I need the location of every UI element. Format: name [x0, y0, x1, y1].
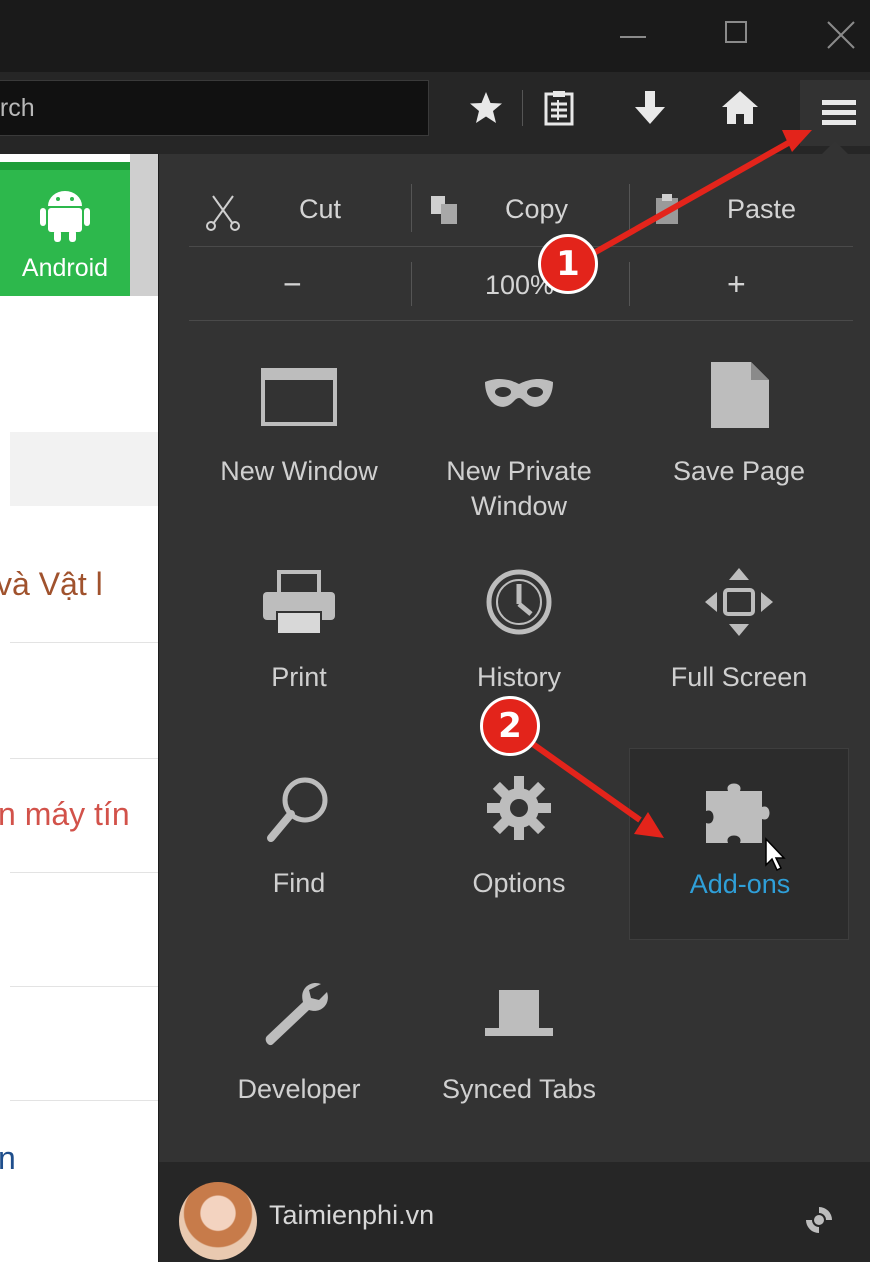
article-link-snippet[interactable]: và Vật l [0, 566, 103, 603]
cut-button[interactable]: Cut [299, 194, 341, 225]
printer-icon [263, 570, 335, 635]
web-page-content: Android và Vật l n máy tín n [0, 154, 158, 1262]
close-button[interactable] [810, 6, 870, 64]
divider [189, 246, 853, 247]
hamburger-icon [822, 100, 856, 125]
android-tile-label: Android [21, 254, 109, 282]
add-ons-label: Add-ons [689, 869, 791, 899]
wrench-icon [265, 982, 328, 1046]
new-private-window-label: New Private Window [446, 456, 592, 521]
new-private-window-button[interactable]: New Private Window [409, 362, 629, 552]
divider [10, 642, 158, 643]
synced-tabs-icon [485, 990, 553, 1036]
print-button[interactable]: Print [189, 568, 409, 758]
copy-button[interactable]: Copy [505, 194, 568, 225]
step-badge-1: 1 [538, 234, 598, 294]
android-category-tile[interactable]: Android [0, 162, 130, 296]
step-badge-2: 2 [480, 696, 540, 756]
options-label: Options [472, 868, 566, 898]
new-window-icon [261, 368, 337, 426]
add-ons-button[interactable]: Add-ons [629, 748, 849, 940]
developer-label: Developer [237, 1074, 361, 1104]
bookmark-star-icon[interactable] [464, 86, 508, 130]
new-window-label: New Window [220, 456, 378, 486]
zoom-in-button[interactable]: + [727, 266, 746, 303]
save-page-icon [711, 362, 769, 428]
full-screen-label: Full Screen [670, 662, 808, 692]
clock-icon [486, 569, 552, 635]
menu-pointer [821, 141, 849, 155]
section-band [10, 432, 158, 506]
synced-tabs-button[interactable]: Synced Tabs [409, 980, 629, 1170]
full-screen-button[interactable]: Full Screen [629, 568, 849, 758]
maximize-icon [725, 21, 747, 43]
gear-icon [487, 776, 551, 840]
scissors-icon [203, 192, 243, 232]
search-input[interactable]: arch [0, 80, 429, 136]
avatar[interactable] [179, 1182, 257, 1260]
toolbar-separator [522, 90, 523, 126]
minimize-icon [620, 36, 646, 38]
copy-icon [429, 194, 465, 230]
minimize-button[interactable] [603, 6, 663, 64]
separator [411, 184, 412, 232]
synced-tabs-label: Synced Tabs [441, 1074, 597, 1104]
find-label: Find [272, 868, 326, 898]
separator [411, 262, 412, 306]
developer-button[interactable]: Developer [189, 980, 409, 1170]
divider [10, 1100, 158, 1101]
separator [629, 262, 630, 306]
title-bar [0, 0, 870, 72]
close-icon [827, 21, 855, 49]
bookmarks-list-icon[interactable] [537, 86, 581, 130]
find-button[interactable]: Find [189, 774, 409, 964]
divider [189, 320, 853, 321]
history-label: History [476, 662, 561, 692]
navigation-toolbar: arch [0, 72, 870, 154]
account-footer: Taimienphi.vn [159, 1162, 870, 1262]
divider [10, 872, 158, 873]
sync-icon[interactable] [803, 1204, 835, 1236]
adjacent-tile [130, 154, 158, 296]
divider [10, 758, 158, 759]
private-mask-icon [485, 378, 553, 407]
print-label: Print [271, 662, 327, 692]
new-window-button[interactable]: New Window [189, 362, 409, 552]
save-page-button[interactable]: Save Page [629, 362, 849, 552]
save-page-label: Save Page [672, 456, 806, 486]
zoom-out-button[interactable]: − [283, 266, 302, 303]
article-link-snippet[interactable]: n [0, 1140, 16, 1177]
open-menu-button[interactable] [800, 80, 870, 146]
maximize-button[interactable] [708, 6, 768, 64]
fullscreen-icon [705, 568, 773, 636]
magnifier-icon [267, 777, 328, 842]
divider [10, 986, 158, 987]
home-icon[interactable] [718, 86, 762, 130]
account-name[interactable]: Taimienphi.vn [269, 1200, 434, 1231]
download-arrow-icon[interactable] [628, 86, 672, 130]
tile-top-stripe [0, 162, 130, 170]
android-robot-icon [40, 191, 90, 242]
separator [629, 184, 630, 232]
paste-button[interactable]: Paste [727, 194, 796, 225]
mouse-cursor-icon [765, 837, 786, 872]
options-button[interactable]: Options [409, 774, 629, 964]
clipboard-icon [653, 192, 683, 228]
article-link-snippet[interactable]: n máy tín [0, 796, 130, 833]
